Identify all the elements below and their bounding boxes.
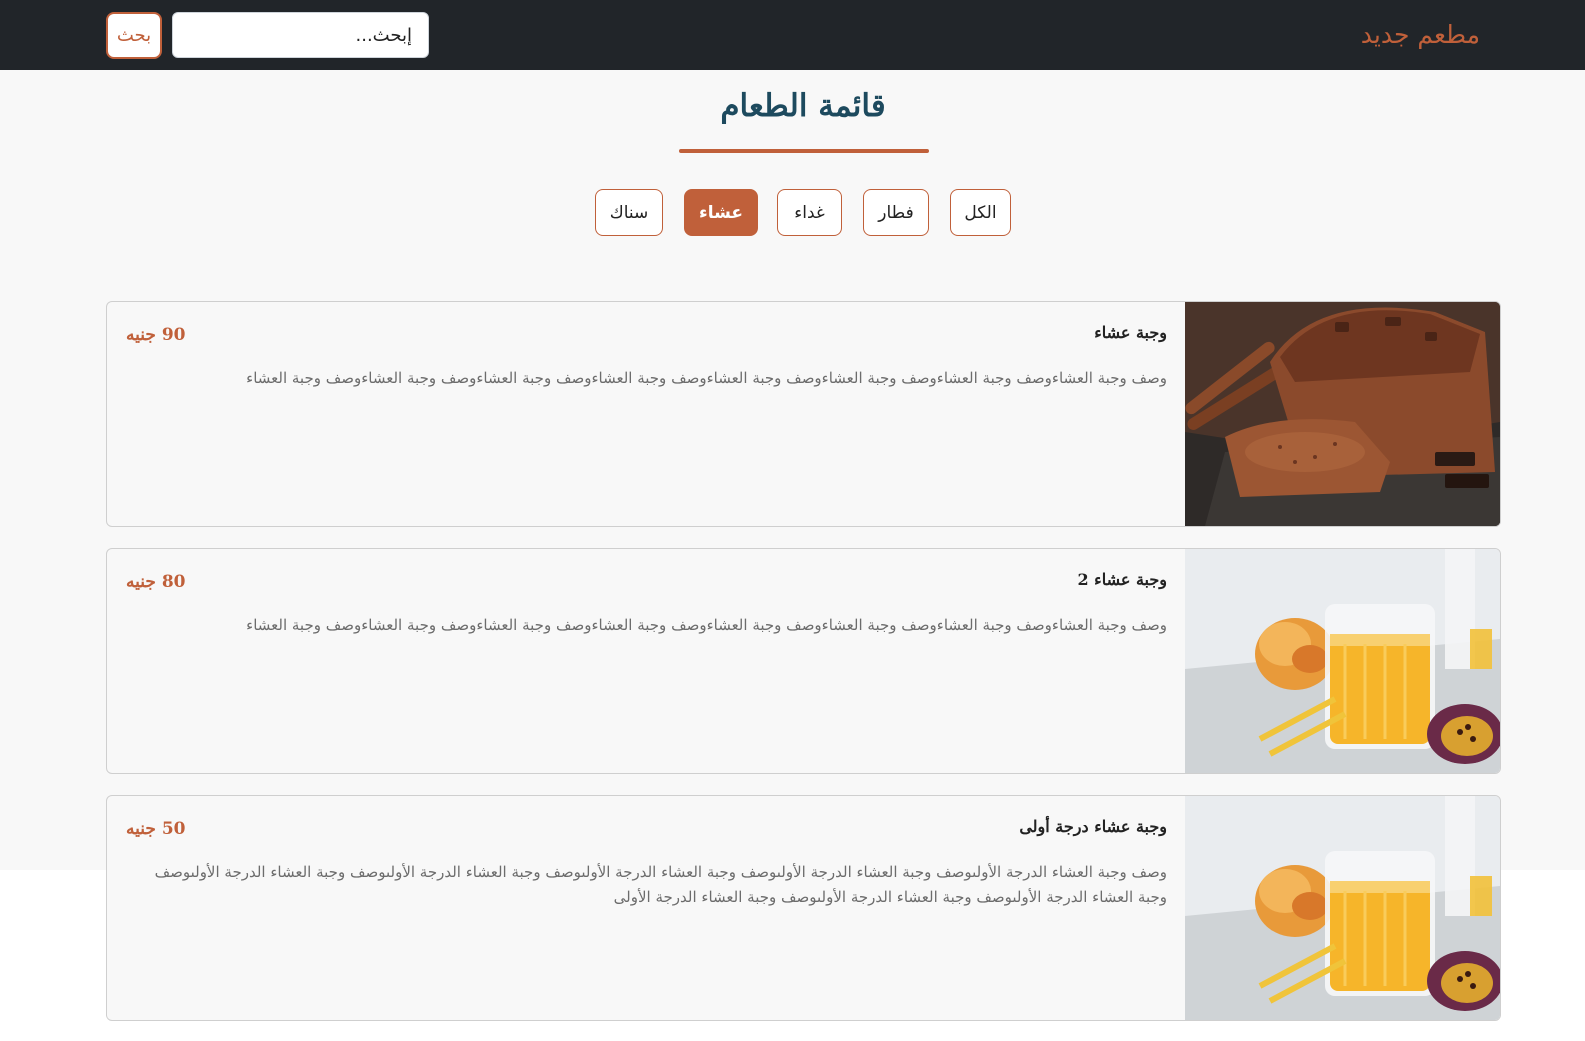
menu-item-price: 50 جنيه (126, 819, 186, 839)
search-input[interactable] (172, 12, 429, 58)
filter-dinner[interactable]: عشاء (684, 189, 758, 236)
filter-all[interactable]: الكل (950, 189, 1011, 236)
menu-item-description: وصف وجبة العشاءوصف وجبة العشاءوصف وجبة ا… (246, 616, 1167, 634)
filter-breakfast[interactable]: فطار (863, 189, 929, 236)
menu-item-card[interactable]: وجبة عشاء 2 80 جنيه وصف وجبة العشاءوصف و… (106, 548, 1501, 774)
menu-item-name: وجبة عشاء درجة أولى (1019, 817, 1167, 836)
menu-item-price: 90 جنيه (126, 325, 186, 345)
menu-item-description: وصف وجبة العشاءوصف وجبة العشاءوصف وجبة ا… (246, 369, 1167, 387)
title-underline (679, 149, 929, 153)
mango-juice-glass-image (1185, 549, 1500, 773)
search-button[interactable]: بحث (106, 12, 162, 59)
filter-snack[interactable]: سناك (595, 189, 663, 236)
page-title: قائمة الطعام (720, 88, 886, 124)
menu-item-name: وجبة عشاء 2 (1077, 570, 1167, 589)
filter-lunch[interactable]: غداء (777, 189, 842, 236)
navbar: بحث مطعم جديد (0, 0, 1585, 70)
mango-juice-glass-image (1185, 796, 1500, 1020)
menu-item-price: 80 جنيه (126, 572, 186, 592)
menu-item-card[interactable]: وجبة عشاء درجة أولى 50 جنيه وصف وجبة الع… (106, 795, 1501, 1021)
menu-item-description: وصف وجبة العشاء الدرجة الأولىوصف وجبة ال… (154, 863, 1167, 906)
menu-item-card[interactable]: وجبة عشاء 90 جنيه وصف وجبة العشاءوصف وجب… (106, 301, 1501, 527)
menu-item-name: وجبة عشاء (1094, 323, 1167, 342)
chocolate-loaf-cake-image (1185, 302, 1500, 526)
brand-logo[interactable]: مطعم جديد (1361, 18, 1480, 52)
